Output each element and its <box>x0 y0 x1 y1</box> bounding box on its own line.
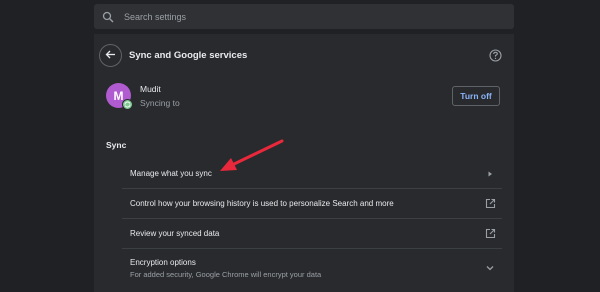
page-title: Sync and Google services <box>129 50 248 61</box>
external-link-icon <box>484 198 496 210</box>
help-icon[interactable] <box>488 48 502 62</box>
turn-off-button[interactable]: Turn off <box>452 86 500 106</box>
search-input[interactable] <box>124 11 484 22</box>
chevron-down-icon <box>484 262 496 274</box>
top-bar <box>0 0 600 34</box>
back-arrow-icon <box>105 47 116 65</box>
page-header: Sync and Google services <box>94 38 514 72</box>
list-item-browsing-history[interactable]: Control how your browsing history is use… <box>122 189 502 219</box>
list-item-label: Encryption options <box>130 257 196 267</box>
account-row: M Mudit Syncing to Turn off <box>94 82 514 114</box>
sync-icon <box>122 99 133 110</box>
list-item-label: Control how your browsing history is use… <box>130 199 394 208</box>
list-item-label: Review your synced data <box>130 229 220 238</box>
back-button[interactable] <box>99 44 122 67</box>
account-status: Syncing to <box>140 98 180 108</box>
search-icon <box>102 11 114 23</box>
account-name: Mudit <box>140 84 161 94</box>
sync-list: Manage what you sync Control how your br… <box>122 159 502 287</box>
list-item-review-synced-data[interactable]: Review your synced data <box>122 219 502 249</box>
chevron-right-icon <box>484 168 496 180</box>
list-item-label: Manage what you sync <box>130 169 212 178</box>
sync-section-title: Sync <box>106 140 127 150</box>
list-item-manage-sync[interactable]: Manage what you sync <box>122 159 502 189</box>
settings-card: Sync and Google services M Mudit Syncing… <box>94 34 514 292</box>
external-link-icon <box>484 228 496 240</box>
list-item-sublabel: For added security, Google Chrome will e… <box>130 269 322 279</box>
search-bar[interactable] <box>94 4 514 29</box>
list-item-encryption-options[interactable]: Encryption options For added security, G… <box>122 249 502 287</box>
